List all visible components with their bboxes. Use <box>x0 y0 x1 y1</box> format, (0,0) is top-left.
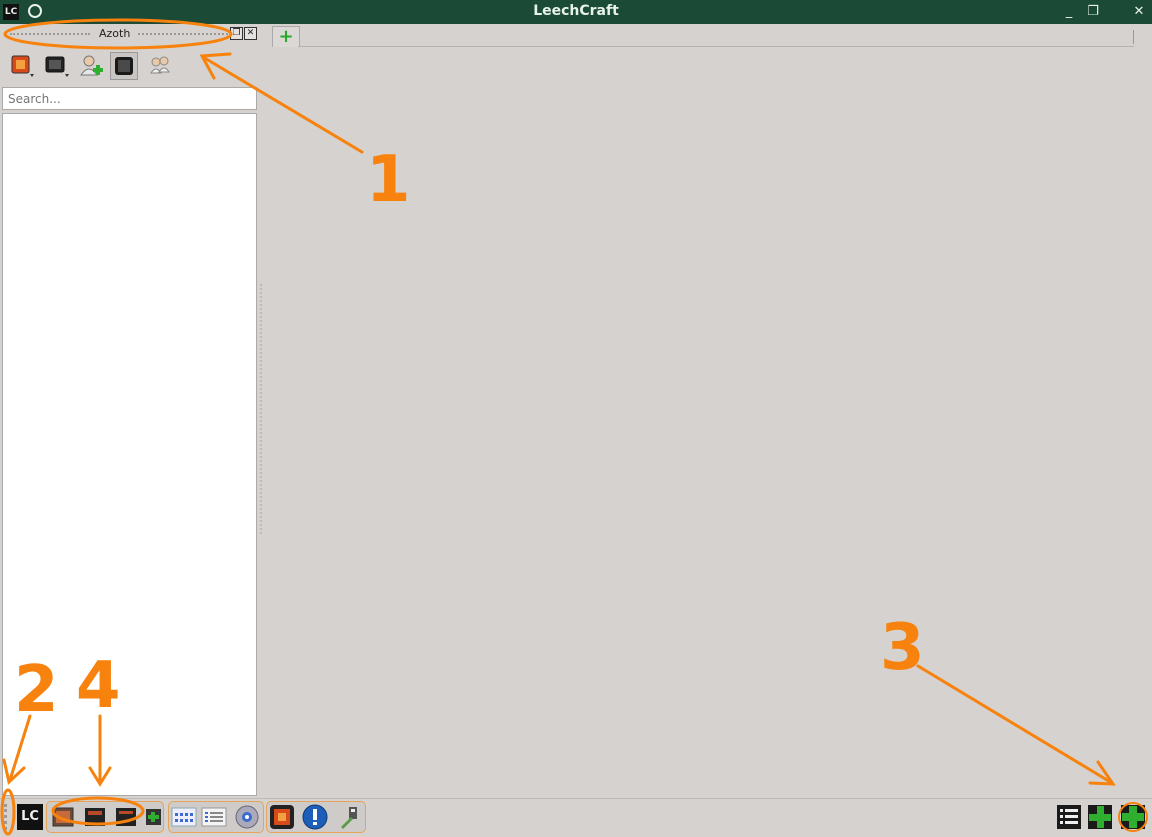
calendar-icon <box>171 807 197 827</box>
annotation-label: 4 <box>76 649 121 723</box>
bottom-bar: LC <box>0 798 1152 837</box>
annotation-label: 1 <box>366 143 411 217</box>
window-title: LeechCraft <box>533 3 619 19</box>
splitter-handle[interactable] <box>260 284 262 534</box>
status-menu-icon <box>11 55 34 77</box>
tab-bar-end <box>1133 30 1134 44</box>
add-launcher-button[interactable] <box>143 802 165 832</box>
status-icon <box>270 805 294 829</box>
dock-title: Azoth <box>99 27 131 40</box>
usb-icon <box>341 807 357 829</box>
quicklaunch-item[interactable] <box>50 802 76 832</box>
add-tab-button[interactable]: + <box>272 26 300 47</box>
console-menu-button[interactable] <box>42 52 70 80</box>
quicklaunch-item[interactable] <box>113 802 139 832</box>
search-input[interactable] <box>2 87 257 110</box>
add-contact-button[interactable] <box>77 52 105 80</box>
status-menu-button[interactable] <box>8 52 36 80</box>
console-menu-icon <box>45 56 69 77</box>
settings-icon <box>235 805 259 829</box>
account-icon <box>150 56 170 74</box>
minimize-button[interactable]: _ <box>1058 2 1080 22</box>
close-button[interactable]: ✕ <box>1128 2 1150 22</box>
lc-menu-button[interactable]: LC <box>16 802 44 832</box>
plugins-button[interactable] <box>1117 802 1149 832</box>
tray-item[interactable] <box>170 802 198 832</box>
tab-list-button[interactable] <box>1055 802 1083 832</box>
list-icon <box>201 807 227 827</box>
add-launcher-icon <box>146 809 161 825</box>
dock-float-button[interactable]: ❐ <box>230 27 243 40</box>
notification-icon <box>302 804 328 830</box>
plugins-icon <box>1118 802 1148 832</box>
tab-bar-divider <box>298 46 1134 47</box>
add-contact-icon <box>80 55 103 76</box>
drag-handle[interactable] <box>138 33 228 37</box>
tab-list-icon <box>1057 805 1081 829</box>
plugin-icon <box>52 807 74 827</box>
new-tab-icon <box>1088 805 1112 829</box>
account-button[interactable] <box>146 52 174 80</box>
toggle-view-icon <box>115 57 133 75</box>
title-bar: LC LeechCraft _ ❐ ✕ <box>0 0 1152 24</box>
terminal-icon <box>85 808 105 826</box>
toggle-view-button[interactable] <box>110 52 138 80</box>
tray-item[interactable] <box>300 802 330 832</box>
quicklaunch-item[interactable] <box>82 802 108 832</box>
restore-button[interactable]: ❐ <box>1082 2 1104 22</box>
lc-logo-icon: LC <box>17 804 43 830</box>
tray-item[interactable] <box>268 802 296 832</box>
annotation-label: 2 <box>14 653 59 727</box>
tray-item[interactable] <box>336 802 364 832</box>
dock-close-button[interactable]: ✕ <box>244 27 257 40</box>
tray-item[interactable] <box>232 802 262 832</box>
new-tab-button[interactable] <box>1086 802 1114 832</box>
bottom-bar-handle[interactable] <box>4 804 13 830</box>
dock-header[interactable]: Azoth ❐ ✕ <box>4 26 258 42</box>
tray-item[interactable] <box>200 802 228 832</box>
drag-handle[interactable] <box>10 33 90 37</box>
annotation-label: 3 <box>880 611 925 685</box>
window-icon <box>116 808 136 826</box>
